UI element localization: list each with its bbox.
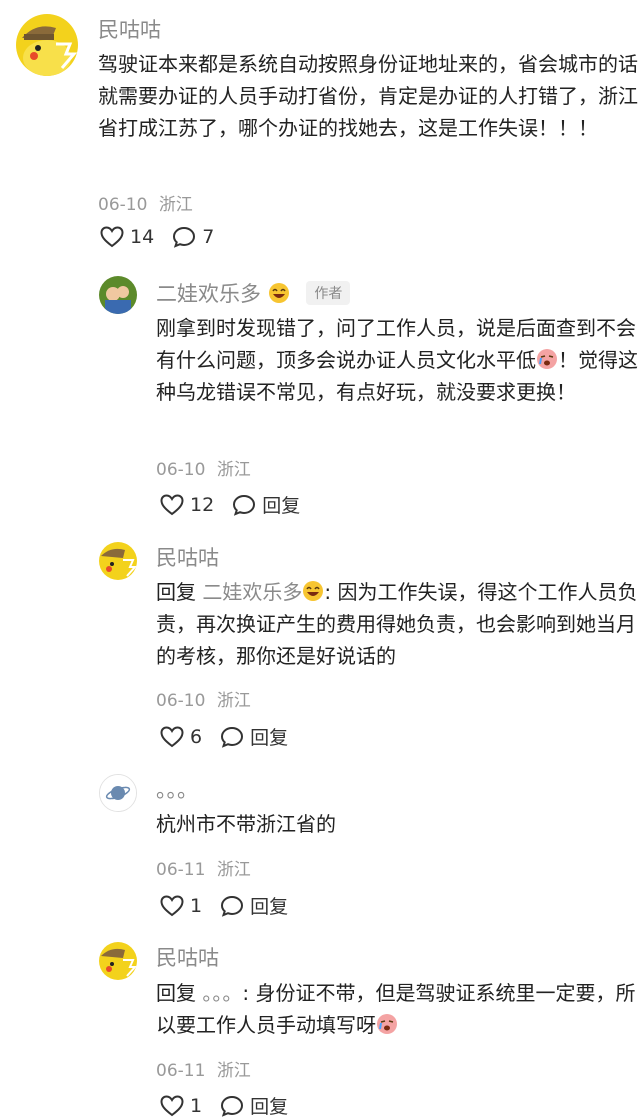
comment-date: 06-11 <box>156 860 206 880</box>
comment-text: 杭州市不带浙江省的 <box>156 812 336 836</box>
comment-meta: 06-10 浙江 <box>156 686 251 711</box>
like-button[interactable]: 1 <box>160 895 202 917</box>
like-count: 12 <box>190 493 215 516</box>
reply-label: 回复 <box>250 727 289 749</box>
crying-emoji-icon <box>537 349 557 369</box>
like-count: 6 <box>190 725 203 748</box>
like-button[interactable]: 6 <box>160 726 202 748</box>
comment-meta: 06-11 浙江 <box>156 855 251 880</box>
heart-outline-icon <box>160 493 184 515</box>
like-count: 1 <box>190 894 203 917</box>
reply-button[interactable]: 回复 <box>220 892 288 919</box>
comment-location: 浙江 <box>216 860 251 880</box>
comment-actions: 12 回复 <box>160 491 318 518</box>
comment-bubble-icon <box>221 895 244 917</box>
comment-text: 刚拿到时发现错了，问了工作人员，说是后面查到不会有什么问题，顶多会说办证人员文化… <box>156 316 638 404</box>
like-button[interactable]: 12 <box>160 494 214 516</box>
username[interactable]: 二娃欢乐多 作者 <box>156 278 351 308</box>
heart-outline-icon <box>100 226 124 248</box>
comment-actions: 1 回复 <box>160 892 306 919</box>
comment-button[interactable]: 7 <box>172 226 214 248</box>
comment-location: 浙江 <box>216 691 251 711</box>
comment-text: 回复 二娃欢乐多: 因为工作失误，得这个工作人员负责，再次换证产生的费用得她负责… <box>156 580 638 668</box>
comment-bubble-icon <box>173 226 196 248</box>
laughing-emoji-icon <box>303 581 324 601</box>
username[interactable]: 民咕咕 <box>156 542 219 572</box>
comment-location: 浙江 <box>158 195 193 215</box>
reply-to-user[interactable]: 二娃欢乐多 <box>202 580 302 604</box>
reply-to-user[interactable]: 。。。 <box>202 981 242 1005</box>
reply-button[interactable]: 回复 <box>220 723 288 750</box>
author-tag: 作者 <box>306 281 351 305</box>
like-count: 1 <box>190 1094 203 1117</box>
comment-actions: 1 回复 <box>160 1092 306 1119</box>
laughing-emoji-icon <box>268 283 289 303</box>
reply-prefix: 回复 <box>156 580 196 604</box>
avatar[interactable] <box>16 14 78 76</box>
comment-meta: 06-11 浙江 <box>156 1056 251 1081</box>
avatar[interactable] <box>99 774 137 812</box>
reply-label: 回复 <box>262 495 301 517</box>
username[interactable]: 。。。 <box>156 774 198 804</box>
username[interactable]: 民咕咕 <box>98 14 161 44</box>
comment-bubble-icon <box>221 1095 244 1117</box>
crying-emoji-icon <box>377 1014 397 1034</box>
comment-location: 浙江 <box>216 1061 251 1081</box>
reply-button[interactable]: 回复 <box>232 491 300 518</box>
comment-text: 驾驶证本来都是系统自动按照身份证地址来的，省会城市的话就需要办证的人员手动打省份… <box>98 52 638 140</box>
reply-label: 回复 <box>250 1096 289 1118</box>
heart-outline-icon <box>160 1094 184 1116</box>
like-button[interactable]: 1 <box>160 1095 202 1117</box>
heart-outline-icon <box>160 725 184 747</box>
comment-meta: 06-10 浙江 <box>98 190 193 215</box>
reply-label: 回复 <box>250 896 289 918</box>
comment-bubble-icon <box>233 494 256 516</box>
reply-count: 7 <box>202 226 215 248</box>
username[interactable]: 民咕咕 <box>156 942 219 972</box>
comment-date: 06-10 <box>156 691 206 711</box>
like-count: 14 <box>130 226 155 248</box>
avatar[interactable] <box>99 276 137 314</box>
comment-date: 06-11 <box>156 1061 206 1081</box>
comment-date: 06-10 <box>156 460 206 480</box>
reply-prefix: 回复 <box>156 981 196 1005</box>
comment-date: 06-10 <box>98 195 148 215</box>
comment-actions: 6 回复 <box>160 723 306 750</box>
comment-meta: 06-10 浙江 <box>156 455 251 480</box>
reply-button[interactable]: 回复 <box>220 1092 288 1119</box>
comment-actions: 14 7 <box>100 226 232 248</box>
comment-text: 回复 。。。: 身份证不带，但是驾驶证系统里一定要，所以要工作人员手动填写呀 <box>156 981 636 1037</box>
avatar[interactable] <box>99 942 137 980</box>
comment-bubble-icon <box>221 726 244 748</box>
comment-location: 浙江 <box>216 460 251 480</box>
avatar[interactable] <box>99 542 137 580</box>
like-button[interactable]: 14 <box>100 226 154 248</box>
heart-outline-icon <box>160 894 184 916</box>
